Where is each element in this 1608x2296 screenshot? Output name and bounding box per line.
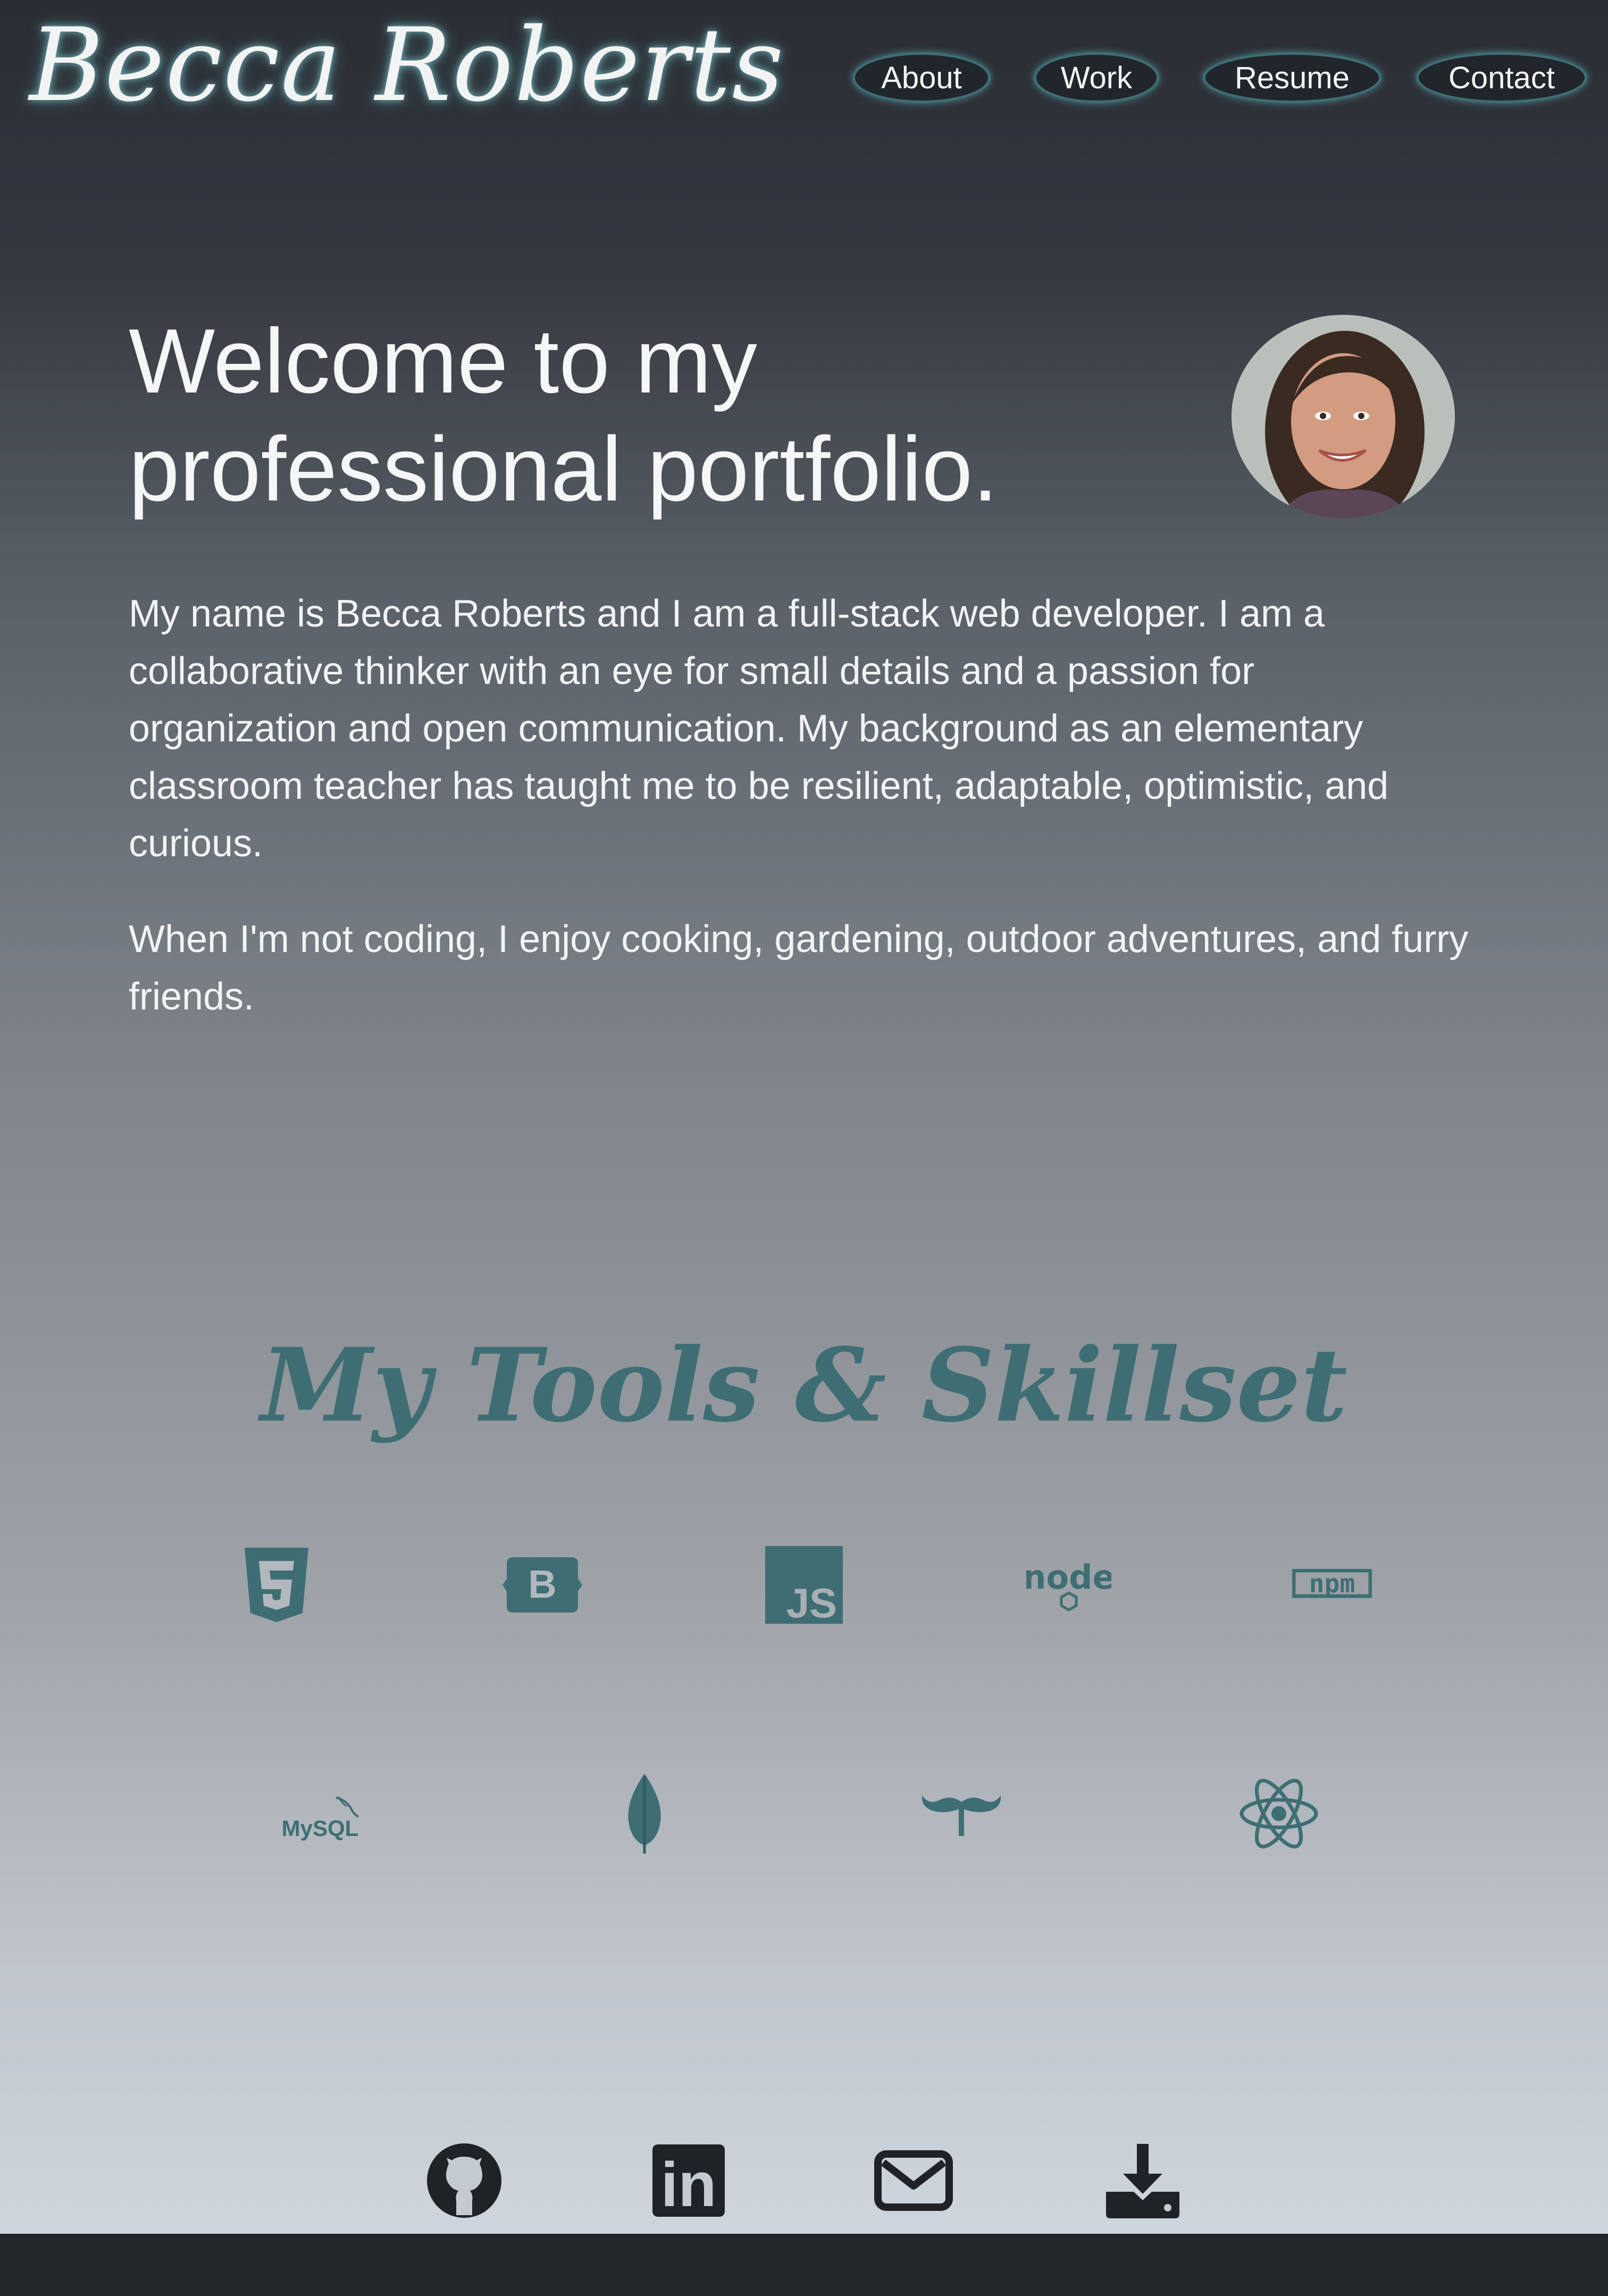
html5-icon (223, 1537, 330, 1633)
linkedin-icon[interactable]: in (635, 2133, 742, 2228)
profile-photo (1232, 315, 1455, 518)
download-icon[interactable] (1090, 2133, 1196, 2228)
about-paragraph: When I'm not coding, I enjoy cooking, ga… (129, 918, 1469, 1018)
mysql-icon-label: MySQL (283, 1816, 358, 1841)
react-icon (1226, 1766, 1332, 1861)
mysql-icon: MySQL (272, 1766, 379, 1861)
mongodb-icon (591, 1766, 698, 1861)
nav-resume-link[interactable]: Resume (1203, 52, 1381, 103)
linkedin-icon-label: in (661, 2150, 717, 2217)
email-icon[interactable] (860, 2133, 967, 2228)
main-nav: About Work Resume Contact (0, 52, 1608, 111)
about-text: My name is Becca Roberts and I am a full… (129, 585, 1469, 1064)
nodejs-icon: node (1016, 1537, 1122, 1633)
nav-about-link[interactable]: About (852, 52, 991, 103)
about-paragraph: My name is Becca Roberts and I am a full… (129, 592, 1389, 865)
javascript-icon-label: JS (786, 1580, 837, 1624)
nodejs-icon-label: node (1026, 1558, 1111, 1597)
javascript-icon: JS (751, 1537, 857, 1633)
github-icon[interactable] (411, 2133, 517, 2228)
bootstrap-icon: B (489, 1537, 596, 1633)
nav-work-link[interactable]: Work (1034, 52, 1159, 103)
npm-icon: npm (1279, 1537, 1385, 1633)
handlebars-icon (908, 1766, 1015, 1861)
profile-photo-illustration (1232, 315, 1455, 518)
npm-icon-label: npm (1309, 1569, 1355, 1599)
skills-heading: My Tools & Skillset (261, 1326, 1347, 1445)
nav-contact-link[interactable]: Contact (1416, 52, 1587, 103)
hero-title: Welcome to my professional portfolio. (129, 307, 1139, 523)
hero-title-line-1: Welcome to my (129, 310, 757, 412)
page-footer (0, 2234, 1608, 2296)
hero-title-line-2: professional portfolio. (129, 418, 998, 520)
bootstrap-icon-label: B (528, 1562, 556, 1606)
